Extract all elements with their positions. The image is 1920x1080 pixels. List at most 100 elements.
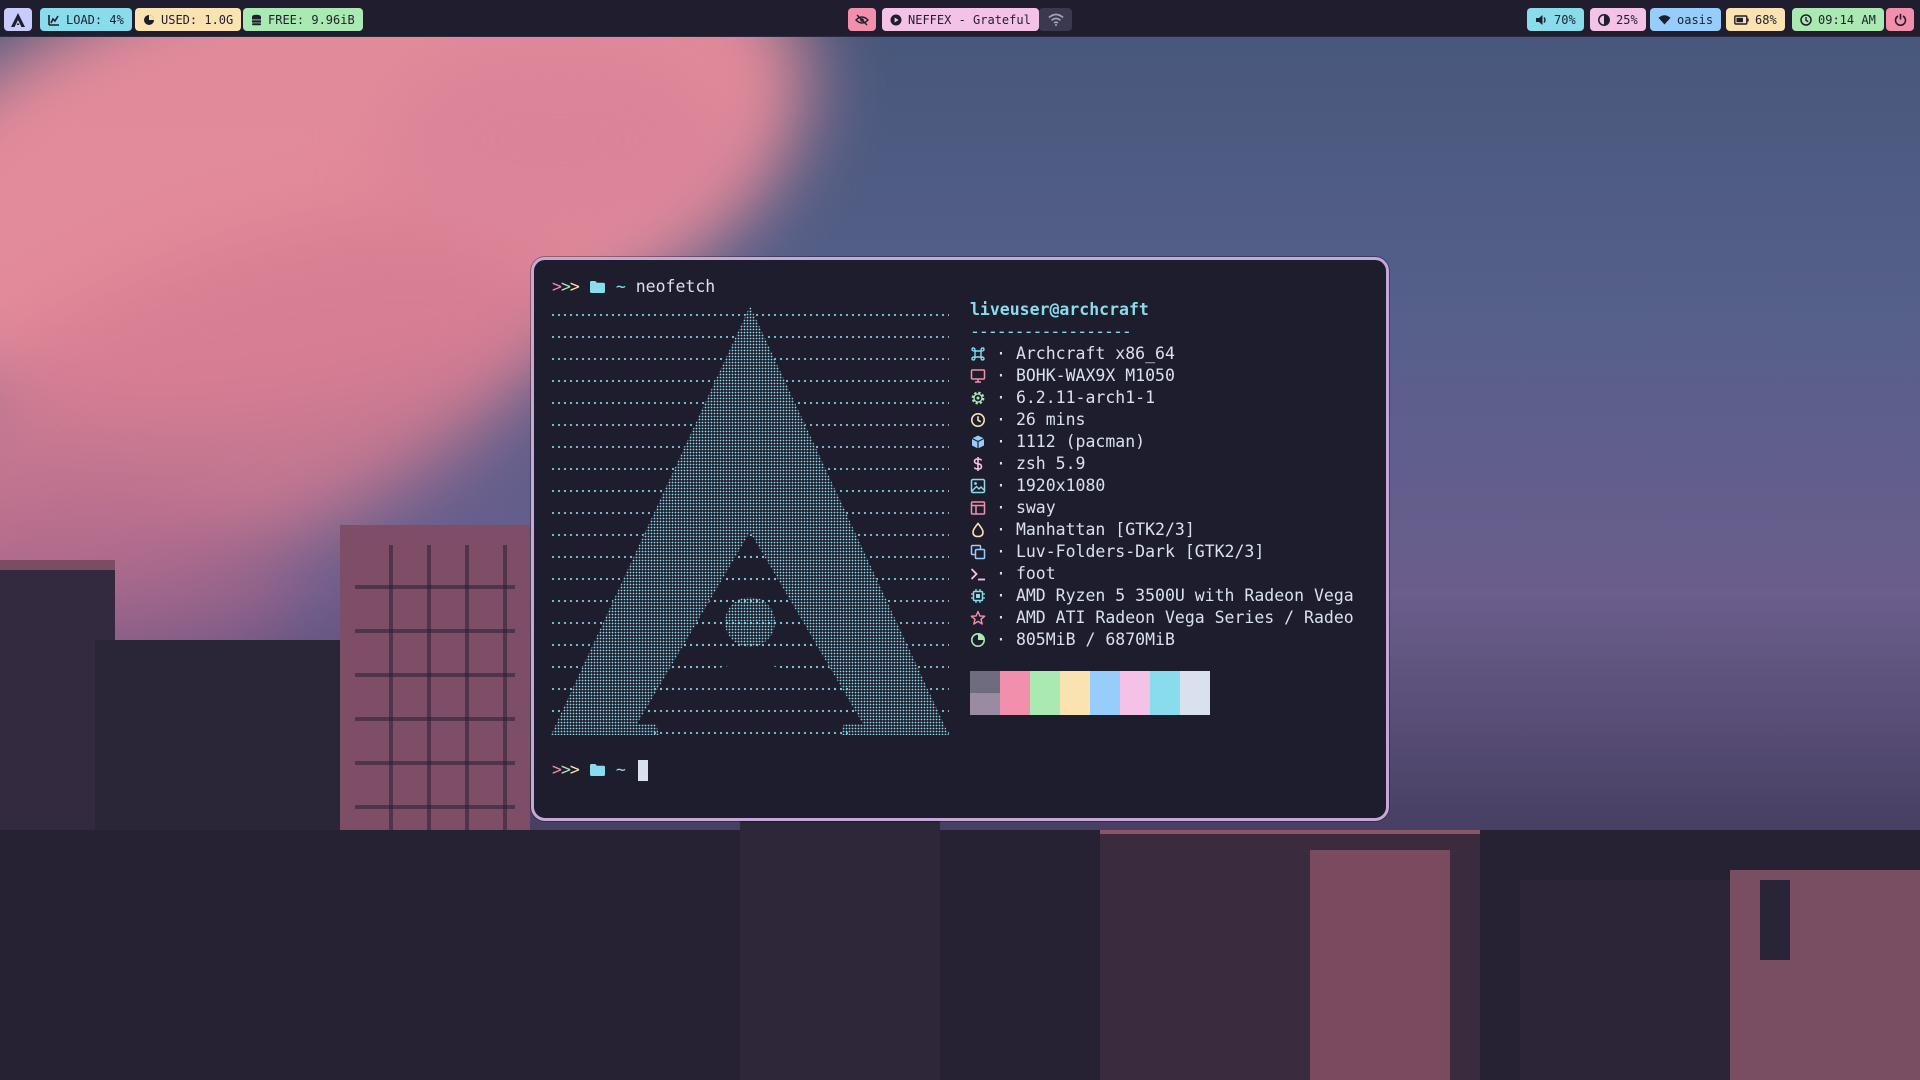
wifi-ssid-text: oasis xyxy=(1677,12,1714,27)
clock-text: 09:14 AM xyxy=(1818,12,1876,27)
chart-icon xyxy=(48,14,60,26)
info-separator: · xyxy=(996,410,1006,429)
palette-swatch xyxy=(970,671,1000,715)
folder-icon xyxy=(589,281,605,293)
folder-icon xyxy=(589,764,605,776)
info-row: · AMD Ryzen 5 3500U with Radeon Vega xyxy=(970,585,1354,607)
battery-widget[interactable]: 68% xyxy=(1726,8,1785,31)
info-value: 805MiB / 6870MiB xyxy=(1015,630,1175,649)
info-row: · foot xyxy=(970,563,1354,585)
brightness-text: 25% xyxy=(1616,12,1638,27)
memory-icon xyxy=(143,14,155,26)
info-separator: · xyxy=(996,498,1006,517)
archcraft-logo-icon xyxy=(11,12,25,27)
play-circle-icon xyxy=(890,14,902,26)
memory-used-widget[interactable]: USED: 1.0G xyxy=(135,8,242,31)
prompt-line-command: >>> ~ neofetch xyxy=(552,276,715,298)
color-palette xyxy=(970,671,1210,715)
music-widget[interactable]: NEFFEX - Grateful xyxy=(882,8,1039,31)
info-row: · sway xyxy=(970,497,1354,519)
command-icon xyxy=(971,347,985,361)
palette-swatch xyxy=(1150,671,1180,715)
disk-free-widget[interactable]: FREE: 9.96iB xyxy=(243,8,363,31)
cpu-load-widget[interactable]: LOAD: 4% xyxy=(40,8,132,31)
info-value: Archcraft x86_64 xyxy=(1015,344,1175,363)
brightness-icon xyxy=(1598,13,1610,26)
info-value: 6.2.11-arch1-1 xyxy=(1015,388,1156,407)
package-icon xyxy=(971,435,985,449)
music-toggle-button[interactable] xyxy=(848,8,876,31)
music-title-text: NEFFEX - Grateful xyxy=(908,12,1031,27)
info-separator: · xyxy=(996,630,1006,649)
userhost-text: liveuser@archcraft xyxy=(970,300,1149,319)
memory-used-text: USED: 1.0G xyxy=(161,12,234,27)
top-bar: LOAD: 4% USED: 1.0G FREE: 9.96iB NEFFEX … xyxy=(0,0,1920,37)
star-icon xyxy=(970,610,986,625)
network-widget[interactable] xyxy=(1039,8,1072,31)
wifi-icon xyxy=(1047,13,1064,26)
cpu-load-text: LOAD: 4% xyxy=(66,12,124,27)
info-row: · zsh 5.9 xyxy=(970,453,1354,475)
volume-icon xyxy=(1535,14,1548,26)
palette-swatch xyxy=(1000,671,1030,715)
drop-icon xyxy=(972,522,984,538)
power-button[interactable] xyxy=(1886,8,1914,31)
palette-swatch xyxy=(1030,671,1060,715)
info-value: Manhattan [GTK2/3] xyxy=(1015,520,1195,539)
info-value: AMD ATI Radeon Vega Series / Radeo xyxy=(1015,608,1354,627)
prompt-dir: ~ xyxy=(615,760,626,779)
volume-text: 70% xyxy=(1554,12,1576,27)
volume-widget[interactable]: 70% xyxy=(1527,8,1584,31)
gear-icon xyxy=(971,391,985,405)
info-row: · 6.2.11-arch1-1 xyxy=(970,387,1354,409)
copy-icon xyxy=(970,544,986,560)
info-value: Luv-Folders-Dark [GTK2/3] xyxy=(1015,542,1265,561)
info-value: 1112 (pacman) xyxy=(1015,432,1146,451)
launcher-button[interactable] xyxy=(4,8,32,31)
pie-icon xyxy=(971,633,985,647)
battery-text: 68% xyxy=(1755,12,1777,27)
wifi-widget[interactable]: oasis xyxy=(1650,8,1722,31)
userhost-underline: ------------------ xyxy=(970,322,1132,341)
clock-icon xyxy=(971,413,985,427)
cpu-icon xyxy=(971,589,985,603)
info-separator: · xyxy=(996,476,1006,495)
info-row: · 26 mins xyxy=(970,409,1354,431)
image-icon xyxy=(970,478,986,494)
prompt-arrows: >>> xyxy=(552,760,580,779)
terminal-icon xyxy=(970,568,985,581)
prompt-line-current[interactable]: >>> ~ xyxy=(552,759,648,781)
wifi-signal-icon xyxy=(1658,14,1671,25)
info-value: foot xyxy=(1015,564,1056,583)
brightness-widget[interactable]: 25% xyxy=(1590,8,1646,31)
command-text: neofetch xyxy=(635,277,716,296)
palette-swatch xyxy=(1180,671,1210,715)
info-row: · 1920x1080 xyxy=(970,475,1354,497)
info-separator: · xyxy=(996,520,1006,539)
info-row: · Luv-Folders-Dark [GTK2/3] xyxy=(970,541,1354,563)
info-separator: · xyxy=(996,608,1006,627)
prompt-dir: ~ xyxy=(615,277,626,296)
terminal-window[interactable]: >>> ~ neofetch liveuser@archcraft ------… xyxy=(531,257,1389,821)
info-separator: · xyxy=(996,344,1006,363)
disk-free-text: FREE: 9.96iB xyxy=(268,12,355,27)
info-value: BOHK-WAX9X M1050 xyxy=(1015,366,1175,385)
arch-ascii-logo xyxy=(551,304,949,736)
info-value: 26 mins xyxy=(1015,410,1086,429)
clock-widget[interactable]: 09:14 AM xyxy=(1792,8,1884,31)
info-row: · 1112 (pacman) xyxy=(970,431,1354,453)
info-row: · BOHK-WAX9X M1050 xyxy=(970,365,1354,387)
database-icon xyxy=(251,14,262,26)
system-info-panel: liveuser@archcraft ------------------ · A… xyxy=(970,299,1354,651)
info-value: AMD Ryzen 5 3500U with Radeon Vega xyxy=(1015,586,1354,605)
prompt-arrows: >>> xyxy=(552,277,580,296)
info-value: zsh 5.9 xyxy=(1015,454,1086,473)
info-value: 1920x1080 xyxy=(1015,476,1106,495)
battery-icon xyxy=(1734,14,1749,25)
info-row: · Archcraft x86_64 xyxy=(970,343,1354,365)
clock-icon xyxy=(1800,13,1812,26)
dollar-icon xyxy=(973,457,983,471)
info-separator: · xyxy=(996,586,1006,605)
info-separator: · xyxy=(996,388,1006,407)
info-separator: · xyxy=(996,564,1006,583)
